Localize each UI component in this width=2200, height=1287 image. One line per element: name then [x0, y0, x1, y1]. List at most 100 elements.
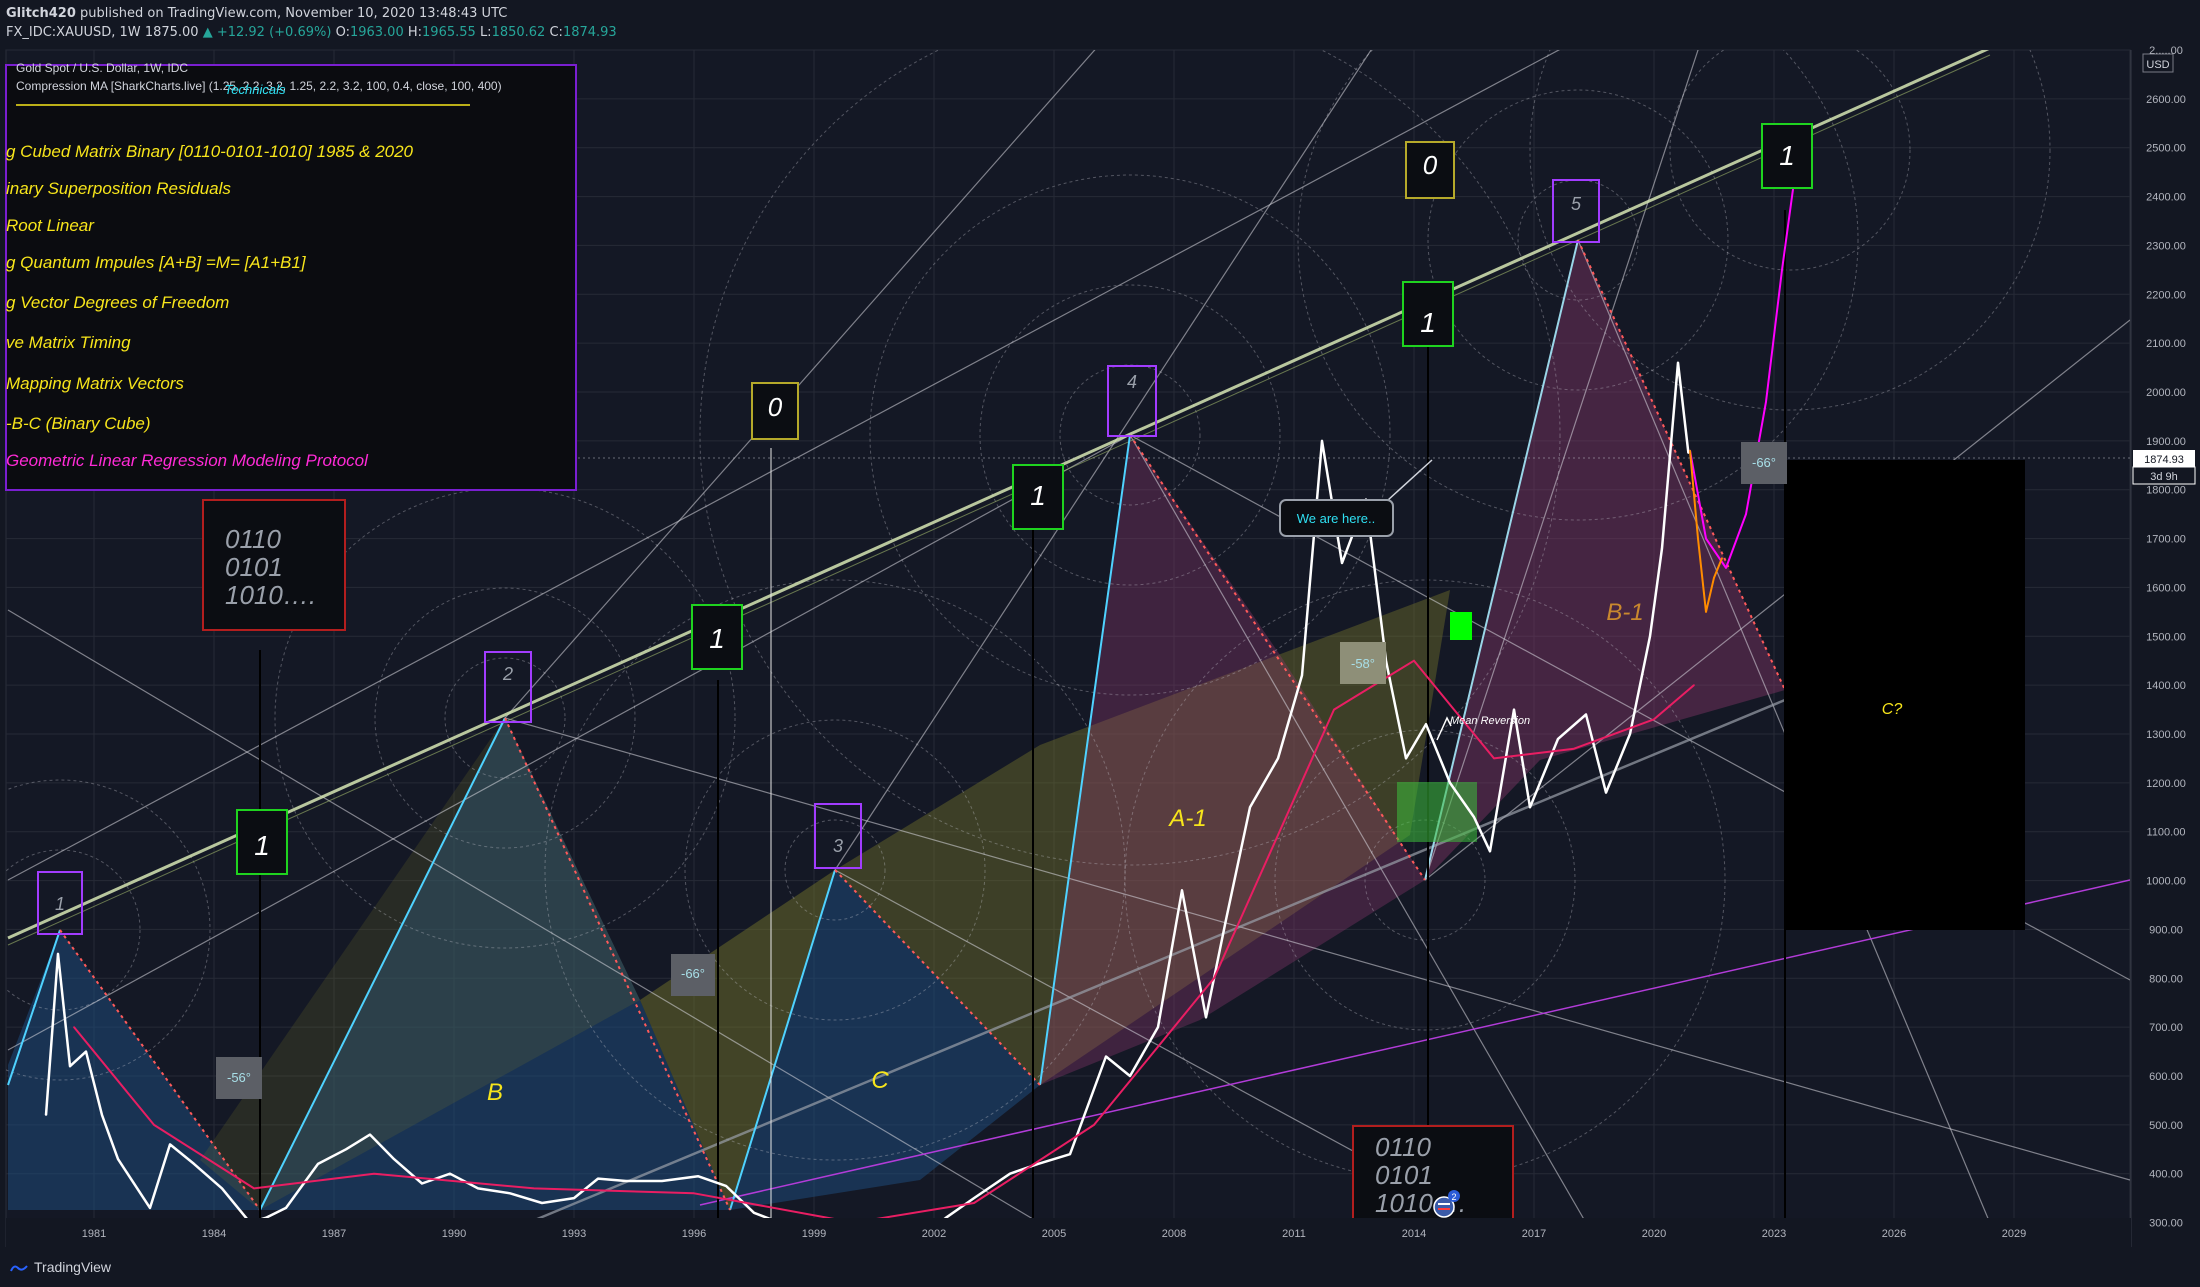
- tradingview-logo[interactable]: TradingView: [10, 1259, 111, 1275]
- green-marker-1: 1: [254, 830, 270, 861]
- series-point: [153, 1124, 155, 1126]
- series-point: [117, 1158, 119, 1160]
- series-point: [57, 953, 59, 955]
- legend-item-3: Root Linear: [6, 216, 95, 235]
- open-value: 1963.00: [349, 25, 404, 40]
- series-point: [1129, 1075, 1131, 1077]
- series-point: [1649, 635, 1651, 638]
- angle-66: -66°: [681, 966, 705, 981]
- binary-top-line-3: 1010….: [225, 580, 316, 610]
- series-point: [1697, 537, 1699, 540]
- price-tick-label: 700.00: [2149, 1022, 2183, 1034]
- series-point: [45, 1114, 47, 1116]
- series-point: [101, 1114, 103, 1116]
- we-are-here-label: We are here..: [1297, 511, 1376, 526]
- time-tick-label: 2017: [1522, 1228, 1546, 1240]
- series-point: [1529, 806, 1531, 809]
- series-point: [541, 1202, 543, 1204]
- price-change: ▲ +12.92 (+0.69%): [202, 25, 332, 40]
- series-point: [193, 1163, 195, 1165]
- series-point: [1745, 513, 1747, 515]
- yellow-marker-1: 0: [768, 392, 783, 422]
- series-point: [373, 1172, 375, 1175]
- price-axis[interactable]: USD 300.00 400.00 500.00 600.00 700.00 800.00…: [2130, 45, 2200, 1247]
- angle-66b: -66°: [1752, 455, 1776, 470]
- chart-canvas[interactable]: 1 2 3 4 5 1 1 1 1 1 0 0 -56° -66° -58° -…: [0, 44, 2200, 1247]
- series-point: [1181, 889, 1183, 892]
- series-point: [1449, 782, 1451, 784]
- price-tick-label: 2500.00: [2146, 143, 2186, 155]
- symbol-label: FX_IDC:XAUUSD, 1W: [6, 25, 141, 40]
- signal-box: [1450, 612, 1472, 640]
- series-point: [69, 1065, 71, 1067]
- price-tick-label: 300.00: [2149, 1218, 2183, 1230]
- series-point: [1765, 401, 1767, 403]
- series-point: [1413, 659, 1415, 662]
- series-point: [1653, 718, 1655, 721]
- binary-top-line-1: 0110: [225, 524, 281, 554]
- green-marker-3: 1: [1030, 480, 1046, 511]
- time-tick-label: 2008: [1162, 1228, 1186, 1240]
- green-marker-5: 1: [1779, 140, 1795, 171]
- series-point: [149, 1207, 151, 1209]
- brand-name: TradingView: [34, 1259, 112, 1275]
- binary-box-top: 0110 0101 1010….: [202, 499, 346, 631]
- time-tick-label: 1984: [202, 1228, 226, 1240]
- series-point: [1677, 361, 1679, 364]
- time-tick-label: 2023: [1762, 1228, 1786, 1240]
- price-tick-label: 500.00: [2149, 1120, 2183, 1132]
- price-tick-label: 600.00: [2149, 1071, 2183, 1083]
- footer: TradingView: [0, 1247, 2200, 1287]
- series-point: [285, 1207, 287, 1209]
- series-point: [1689, 449, 1691, 452]
- target-zone-box: [1397, 782, 1477, 842]
- series-point: [1661, 547, 1663, 550]
- time-tick-label: 2005: [1042, 1228, 1066, 1240]
- cube-marker-1: 1: [55, 894, 65, 914]
- current-price-value: 1874.93: [2144, 454, 2184, 466]
- legend-item-7: Mapping Matrix Vectors: [6, 374, 184, 393]
- cube-marker-4: 4: [1127, 372, 1137, 392]
- series-point: [1069, 1153, 1071, 1155]
- series-point: [693, 1192, 695, 1195]
- high-label: H:: [407, 25, 423, 40]
- series-point: [1333, 708, 1335, 711]
- binary-bottom-line-1: 0110: [1375, 1132, 1431, 1162]
- high-value: 1965.55: [422, 25, 476, 40]
- countdown-value: 3d 9h: [2150, 471, 2178, 483]
- series-point: [1425, 723, 1427, 725]
- wave-label-b: B: [487, 1079, 503, 1106]
- series-point: [1725, 567, 1727, 569]
- time-tick-label: 1981: [82, 1228, 106, 1240]
- price-tick-label: 1800.00: [2146, 485, 2186, 497]
- green-marker-4: 1: [1420, 307, 1436, 338]
- price-tick-label: 1300.00: [2146, 729, 2186, 741]
- publication-line: Glitch420 published on TradingView.com, …: [6, 6, 507, 21]
- series-point: [1225, 918, 1227, 921]
- price-tick-label: 2000.00: [2146, 387, 2186, 399]
- price-tick-label: 400.00: [2149, 1169, 2183, 1181]
- series-point: [1037, 1163, 1039, 1165]
- author-name[interactable]: Glitch420: [6, 6, 76, 21]
- price-tick-label: 800.00: [2149, 973, 2183, 985]
- time-axis[interactable]: 1981 1984 1987 1990 1993 1996 1999 2002 2005 2008…: [6, 1218, 2131, 1247]
- binary-top-line-2: 0101: [225, 552, 283, 582]
- series-point: [1585, 713, 1587, 716]
- price-tick-label: 2300.00: [2146, 240, 2186, 252]
- series-point: [253, 1187, 255, 1190]
- time-tick-label: 1987: [322, 1228, 346, 1240]
- time-tick-label: 1996: [682, 1228, 706, 1240]
- series-point: [1781, 269, 1783, 271]
- series-point: [1513, 708, 1515, 711]
- yellow-marker-2: 0: [1423, 150, 1438, 180]
- legend-item-2: inary Superposition Residuals: [6, 179, 231, 198]
- series-point: [1213, 977, 1215, 980]
- series-point: [85, 1050, 87, 1053]
- series-point: [393, 1158, 395, 1160]
- legend-item-6: ve Matrix Timing: [6, 333, 131, 352]
- legend-item-1: g Cubed Matrix Binary [0110-0101-1010] 1…: [6, 142, 414, 161]
- angle-56: -56°: [227, 1070, 251, 1085]
- price-tick-label: 2.....00: [2149, 45, 2183, 57]
- close-label: C:: [549, 25, 563, 40]
- series-point: [1093, 1124, 1095, 1126]
